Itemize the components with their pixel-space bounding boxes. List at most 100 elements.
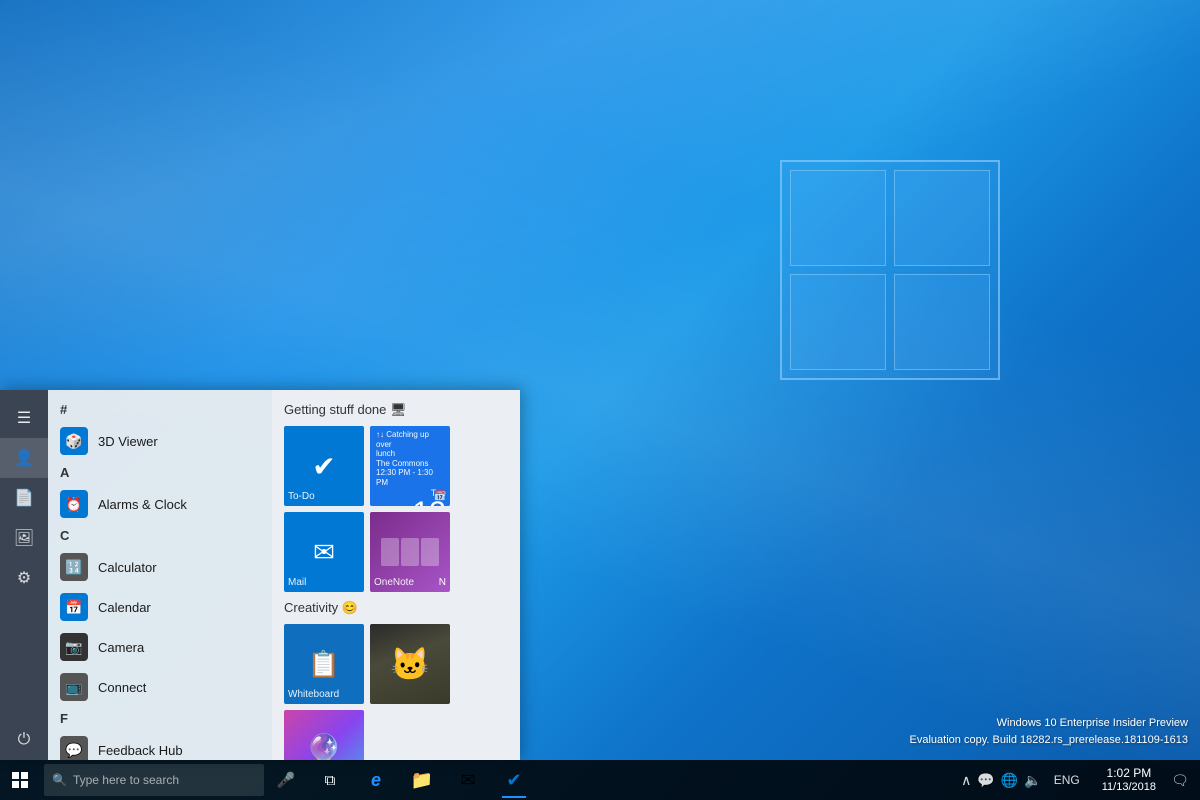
desktop: Windows 10 Enterprise Insider Preview Ev…	[0, 0, 1200, 800]
onenote-phones	[375, 532, 445, 572]
calendar-event-time: 12:30 PM - 1:30 PM	[376, 468, 444, 487]
onenote-content	[375, 532, 445, 572]
app-calendar[interactable]: 📅 Calendar	[48, 587, 272, 627]
tiles-row-2: ✉ Mail OneNote N	[284, 512, 508, 592]
app-icon-3d-viewer: 🎲	[60, 427, 88, 455]
calendar-icon: 📅	[434, 491, 446, 502]
tiles-panel: Getting stuff done 🖥 ✔ To-Do ↑↓ Catching…	[272, 390, 520, 760]
win-pane-tr	[894, 170, 990, 266]
section-f: F	[48, 707, 272, 730]
sidebar-settings-icon[interactable]: ⚙	[0, 558, 48, 598]
taskbar-running-apps: ⧉ e 📁 ✉ ✔	[308, 760, 536, 800]
app-camera[interactable]: 📷 Camera	[48, 627, 272, 667]
volume-icon[interactable]: 🔈	[1024, 772, 1041, 789]
app-icon-connect: 📺	[60, 673, 88, 701]
app-feedback[interactable]: 💬 Feedback Hub	[48, 730, 272, 760]
clock[interactable]: 1:02 PM 11/13/2018	[1094, 760, 1164, 800]
section-title-getting-done: Getting stuff done 🖥	[284, 402, 508, 418]
section-c: C	[48, 524, 272, 547]
calendar-event-title: ↑↓ Catching up overlunch	[376, 430, 444, 459]
todo-taskbar-icon: ✔	[506, 770, 521, 791]
network-icon[interactable]: 🌐	[1001, 772, 1018, 789]
sidebar-power-icon[interactable]: ⏻	[0, 720, 48, 760]
tile-onenote[interactable]: OneNote N	[370, 512, 450, 592]
app-label-calendar: Calendar	[98, 600, 151, 615]
start-menu: ☰ 👤 📄 🖼 ⚙ ⏻ # 🎲 3D Viewer A ⏰ Alarms & C…	[0, 390, 520, 760]
current-time: 1:02 PM	[1107, 766, 1152, 780]
taskbar-task-view[interactable]: ⧉	[308, 760, 352, 800]
language-indicator[interactable]: ENG	[1048, 773, 1086, 787]
tile-todo[interactable]: ✔ To-Do	[284, 426, 364, 506]
tiles-row-4: 🔮	[284, 710, 508, 760]
mail-taskbar-icon: ✉	[460, 770, 475, 791]
tile-onenote-label: OneNote	[374, 577, 414, 588]
system-tray: ∧ 💬 🌐 🔈 ENG	[953, 772, 1094, 789]
task-view-icon: ⧉	[325, 772, 336, 789]
notification-center-button[interactable]: 🗨	[1164, 760, 1196, 800]
cat-image: 🐱	[370, 624, 450, 704]
app-alarms[interactable]: ⏰ Alarms & Clock	[48, 484, 272, 524]
app-label-feedback: Feedback Hub	[98, 743, 183, 758]
tiles-row-1: ✔ To-Do ↑↓ Catching up overlunch The Com…	[284, 426, 508, 506]
taskbar-file-explorer[interactable]: 📁	[400, 760, 444, 800]
cortana-mic-button[interactable]: 🎤	[268, 762, 304, 798]
onenote-n-icon: N	[439, 577, 446, 588]
taskbar: 🔍 Type here to search 🎤 ⧉ e 📁 ✉ ✔	[0, 760, 1200, 800]
sidebar-doc-icon[interactable]: 📄	[0, 478, 48, 518]
tiles-row-3: 📋 Whiteboard 🐱	[284, 624, 508, 704]
chat-icon[interactable]: 💬	[977, 772, 994, 789]
app-icon-calendar: 📅	[60, 593, 88, 621]
chevron-up-icon[interactable]: ∧	[961, 772, 971, 789]
search-icon: 🔍	[52, 773, 67, 787]
tile-whiteboard-label: Whiteboard	[288, 689, 339, 700]
current-date: 11/13/2018	[1102, 781, 1156, 794]
app-connect[interactable]: 📺 Connect	[48, 667, 272, 707]
taskbar-edge[interactable]: e	[354, 760, 398, 800]
app-3d-viewer[interactable]: 🎲 3D Viewer	[48, 421, 272, 461]
tile-cat-photo[interactable]: 🐱	[370, 624, 450, 704]
app-icon-feedback: 💬	[60, 736, 88, 760]
todo-underline	[502, 796, 526, 798]
tile-calendar[interactable]: ↑↓ Catching up overlunch The Commons 12:…	[370, 426, 450, 506]
phone-1	[381, 538, 399, 566]
tile-whiteboard[interactable]: 📋 Whiteboard	[284, 624, 364, 704]
taskbar-mail[interactable]: ✉	[446, 760, 490, 800]
tile-mail-label: Mail	[288, 577, 306, 588]
tile-marble[interactable]: 🔮	[284, 710, 364, 760]
taskbar-todo[interactable]: ✔	[492, 760, 536, 800]
win-pane-br	[894, 274, 990, 370]
win-pane-bl	[790, 274, 886, 370]
start-button[interactable]	[0, 760, 40, 800]
evaluation-watermark: Windows 10 Enterprise Insider Preview Ev…	[910, 715, 1188, 750]
start-sidebar: ☰ 👤 📄 🖼 ⚙ ⏻	[0, 390, 48, 760]
search-box[interactable]: 🔍 Type here to search	[44, 764, 264, 796]
section-title-creativity: Creativity 😊	[284, 600, 508, 616]
whiteboard-icon: 📋	[308, 649, 340, 680]
marble-icon: 🔮	[305, 733, 342, 761]
app-label-alarms: Alarms & Clock	[98, 497, 187, 512]
app-label-camera: Camera	[98, 640, 144, 655]
taskbar-right: ∧ 💬 🌐 🔈 ENG 1:02 PM 11/13/2018 🗨	[953, 760, 1200, 800]
windows-logo	[780, 160, 1000, 380]
app-label-connect: Connect	[98, 680, 146, 695]
mail-envelope-icon: ✉	[313, 537, 335, 568]
app-label-3d-viewer: 3D Viewer	[98, 434, 158, 449]
windows-start-icon	[12, 772, 28, 788]
tile-todo-label: To-Do	[288, 491, 315, 502]
phone-2	[401, 538, 419, 566]
apps-list: # 🎲 3D Viewer A ⏰ Alarms & Clock C 🔢 Cal…	[48, 390, 272, 760]
app-calculator[interactable]: 🔢 Calculator	[48, 547, 272, 587]
app-icon-calculator: 🔢	[60, 553, 88, 581]
hamburger-button[interactable]: ☰	[0, 398, 48, 438]
section-hash: #	[48, 398, 272, 421]
edge-icon: e	[371, 770, 381, 791]
sidebar-photos-icon[interactable]: 🖼	[0, 518, 48, 558]
section-a: A	[48, 461, 272, 484]
calendar-event-location: The Commons	[376, 459, 444, 469]
tile-mail[interactable]: ✉ Mail	[284, 512, 364, 592]
sidebar-user-icon[interactable]: 👤	[0, 438, 48, 478]
app-label-calculator: Calculator	[98, 560, 157, 575]
win-pane-tl	[790, 170, 886, 266]
app-icon-camera: 📷	[60, 633, 88, 661]
app-icon-alarms: ⏰	[60, 490, 88, 518]
